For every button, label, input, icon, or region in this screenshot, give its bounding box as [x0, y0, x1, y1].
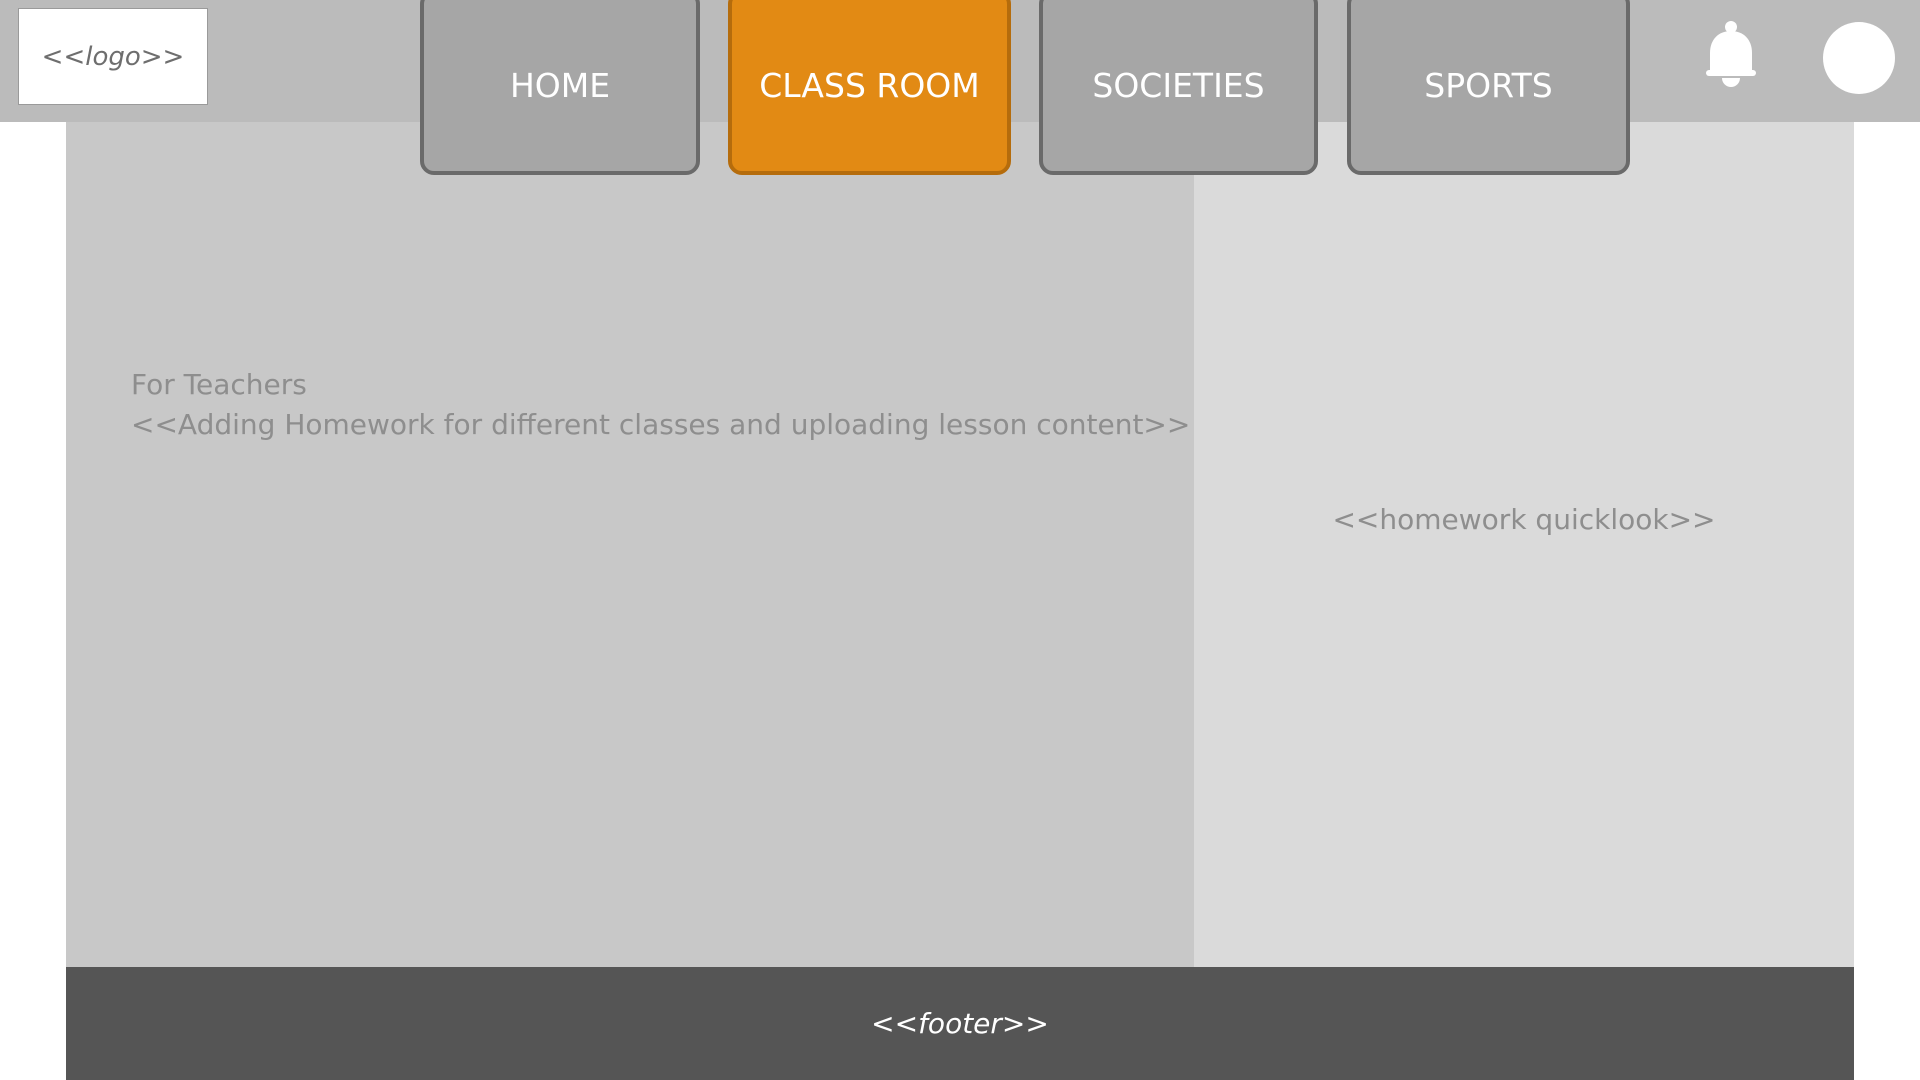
tab-home[interactable]: HOME	[420, 0, 700, 175]
homework-quicklook-panel	[1194, 122, 1854, 967]
tab-societies-label: SOCIETIES	[1092, 66, 1265, 105]
footer: <<footer>>	[66, 967, 1854, 1080]
tab-sports[interactable]: SPORTS	[1347, 0, 1630, 175]
tab-societies[interactable]: SOCIETIES	[1039, 0, 1318, 175]
footer-text: <<footer>>	[871, 1007, 1049, 1040]
main-content-panel	[66, 122, 1194, 967]
logo[interactable]: <<logo>>	[18, 8, 208, 105]
tab-sports-label: SPORTS	[1424, 66, 1553, 105]
tab-home-label: HOME	[509, 66, 611, 105]
homework-quicklook-placeholder: <<homework quicklook>>	[1332, 503, 1716, 536]
avatar[interactable]	[1823, 22, 1895, 94]
tab-class-room[interactable]: CLASS ROOM	[728, 0, 1011, 175]
page: <<logo>> For Teachers <<Adding Homework …	[0, 0, 1920, 1080]
page-title: For Teachers	[131, 368, 307, 401]
tab-class-room-label: CLASS ROOM	[759, 66, 980, 105]
bell-icon[interactable]	[1700, 20, 1762, 90]
content-description: <<Adding Homework for different classes …	[131, 408, 1191, 441]
